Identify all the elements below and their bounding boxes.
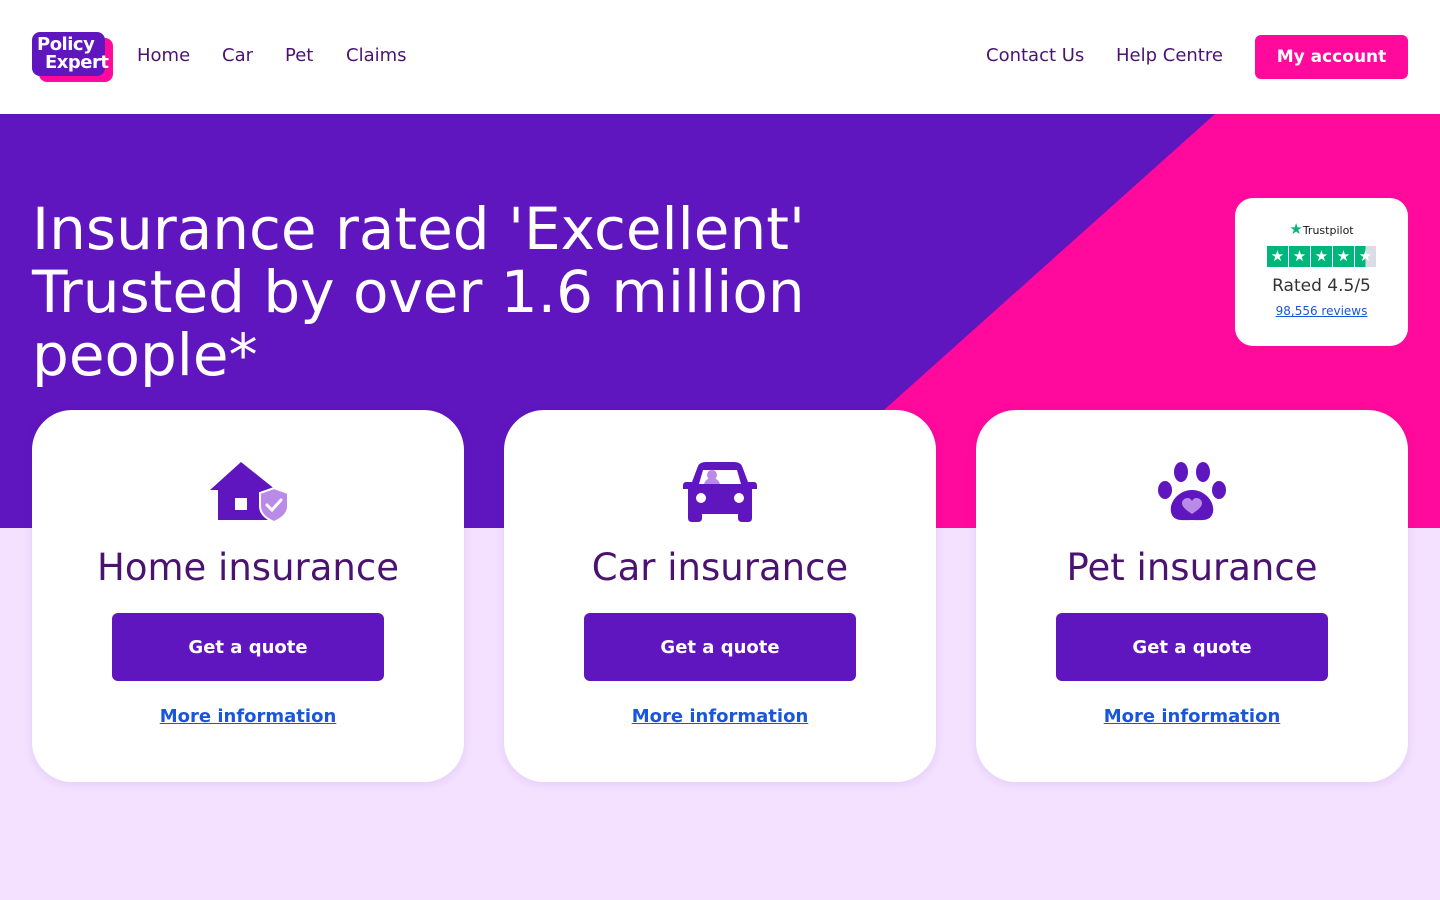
car-icon — [504, 460, 936, 524]
trustpilot-rating: Rated 4.5/5 — [1272, 276, 1371, 296]
rating-star-icon: ★ — [1267, 246, 1288, 267]
trustpilot-reviews-link[interactable]: 98,556 reviews — [1235, 304, 1408, 318]
card-title: Car insurance — [591, 546, 849, 589]
car-more-information-link[interactable]: More information — [504, 706, 936, 727]
house-shield-icon — [32, 460, 464, 524]
nav-contact-us[interactable]: Contact Us — [986, 44, 1084, 68]
hero-title-line1: Insurance rated 'Excellent' — [32, 195, 805, 263]
my-account-button[interactable]: My account — [1255, 35, 1408, 79]
paw-heart-icon — [976, 460, 1408, 524]
pet-get-quote-button[interactable]: Get a quote — [1056, 613, 1328, 681]
nav-car[interactable]: Car — [222, 44, 253, 68]
trustpilot-widget[interactable]: ★Trustpilot ★ ★ ★ ★ ★ Rated 4.5/5 98,556… — [1235, 198, 1408, 346]
nav-pet[interactable]: Pet — [285, 44, 313, 68]
nav-claims[interactable]: Claims — [346, 44, 407, 68]
rating-star-icon: ★ — [1333, 246, 1354, 267]
rating-star-icon: ★ — [1311, 246, 1332, 267]
policy-expert-logo[interactable]: Policy Expert — [32, 32, 113, 82]
trustpilot-star-icon: ★ — [1289, 220, 1303, 238]
car-get-quote-button[interactable]: Get a quote — [584, 613, 856, 681]
home-more-information-link[interactable]: More information — [32, 706, 464, 727]
pet-more-information-link[interactable]: More information — [976, 706, 1408, 727]
trustpilot-brand-text: Trustpilot — [1302, 224, 1354, 237]
car-insurance-card: Car insurance Get a quote More informati… — [504, 410, 936, 782]
home-get-quote-button[interactable]: Get a quote — [112, 613, 384, 681]
nav-home[interactable]: Home — [137, 44, 190, 68]
rating-star-icon: ★ — [1289, 246, 1310, 267]
trustpilot-brand: ★Trustpilot — [1235, 220, 1408, 238]
card-title: Pet insurance — [1066, 546, 1318, 589]
logo-text-line2: Expert — [45, 52, 109, 73]
card-title: Home insurance — [97, 546, 399, 589]
rating-half-star-icon: ★ — [1355, 246, 1376, 267]
pet-insurance-card: Pet insurance Get a quote More informati… — [976, 410, 1408, 782]
hero-title-line2: Trusted by over 1.6 million people* — [32, 258, 805, 389]
hero-title: Insurance rated 'Excellent' Trusted by o… — [32, 198, 1032, 387]
nav-help-centre[interactable]: Help Centre — [1116, 44, 1223, 68]
trustpilot-stars: ★ ★ ★ ★ ★ — [1267, 246, 1377, 267]
home-insurance-card: Home insurance Get a quote More informat… — [32, 410, 464, 782]
site-header: Policy Expert Home Car Pet Claims Contac… — [0, 0, 1440, 114]
